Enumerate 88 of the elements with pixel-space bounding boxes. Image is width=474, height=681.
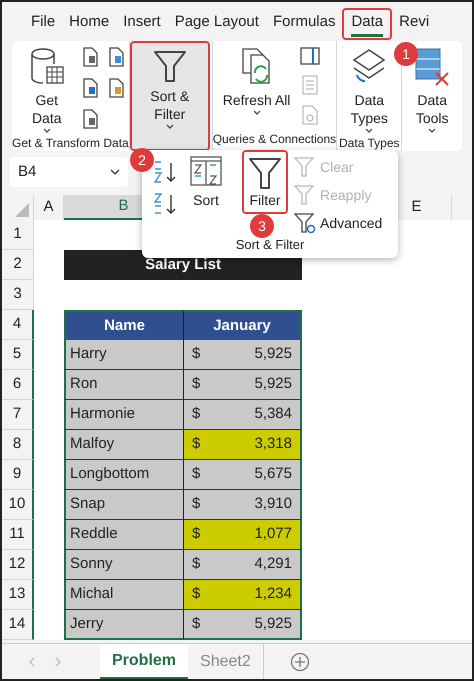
currency-symbol: $ <box>192 524 200 544</box>
amount: 4,291 <box>254 554 292 574</box>
currency-symbol: $ <box>192 374 200 394</box>
currency-symbol: $ <box>192 494 200 514</box>
table-cell: Harmonie <box>64 400 184 430</box>
currency-symbol: $ <box>192 554 200 574</box>
sort-button[interactable]: Sort <box>186 156 226 234</box>
sort-descending-button[interactable] <box>152 192 178 216</box>
sheet-tab[interactable]: Problem <box>100 644 188 679</box>
row-header[interactable]: 7 <box>2 400 34 430</box>
row-header[interactable]: 2 <box>2 250 34 280</box>
caret-icon <box>365 128 374 134</box>
select-all-corner-icon <box>15 203 29 217</box>
table-x-icon <box>414 47 450 87</box>
amount: 3,318 <box>254 434 292 454</box>
table-cell: Reddle <box>64 520 184 550</box>
add-sheet-icon <box>290 652 310 672</box>
table-cell: Michal <box>64 580 184 610</box>
currency-symbol: $ <box>192 434 200 454</box>
filter-icon <box>152 49 187 83</box>
currency-symbol: $ <box>192 404 200 424</box>
row-header[interactable]: 13 <box>2 580 34 610</box>
scroll-right-icon <box>54 656 62 666</box>
scroll-left-icon <box>28 656 36 666</box>
sort-ascending-icon <box>152 160 178 184</box>
advanced-button[interactable]: Advanced <box>294 212 382 234</box>
amount: 3,910 <box>254 494 292 514</box>
panel-icon <box>300 47 320 65</box>
row-header[interactable]: 1 <box>2 220 34 250</box>
ribbon-tab[interactable]: Revi <box>392 8 436 40</box>
currency-symbol: $ <box>192 464 200 484</box>
sort-ascending-button[interactable] <box>152 160 178 184</box>
amount: 5,925 <box>254 344 292 364</box>
row-header[interactable]: 11 <box>2 520 34 550</box>
group-label: Get & Transform Data <box>12 135 129 152</box>
table-cell: Ron <box>64 370 184 400</box>
caret-icon <box>252 110 261 116</box>
group-label: Queries & Connections <box>212 131 336 148</box>
row-header[interactable]: 10 <box>2 490 34 520</box>
amount: 5,925 <box>254 614 292 634</box>
amount: 1,234 <box>254 584 292 604</box>
table-cell: Longbottom <box>64 460 184 490</box>
data-types-button[interactable]: Data Types <box>343 41 396 134</box>
table-cell: Sonny <box>64 550 184 580</box>
filter-button[interactable]: Filter <box>242 150 288 214</box>
amount: 5,675 <box>254 464 292 484</box>
group-label: Data Types <box>338 135 400 152</box>
table-cell: Harry <box>64 340 184 370</box>
list-icon <box>300 75 320 95</box>
row-header[interactable]: 4 <box>2 310 34 340</box>
ribbon-tab[interactable]: Home <box>62 8 116 40</box>
table-cell: Jerry <box>64 610 184 640</box>
sort-descending-icon <box>152 192 178 216</box>
clear-filter-icon <box>294 156 316 178</box>
table-header: Name <box>64 310 184 340</box>
caret-icon <box>42 128 51 134</box>
get-data-button[interactable]: Get Data <box>18 41 76 134</box>
currency-symbol: $ <box>192 584 200 604</box>
currency-symbol: $ <box>192 344 200 364</box>
refresh-all-button[interactable]: Refresh All <box>218 41 294 130</box>
amount: 1,077 <box>254 524 292 544</box>
row-header[interactable]: 12 <box>2 550 34 580</box>
ribbon-tab[interactable]: Insert <box>116 8 168 40</box>
row-header[interactable]: 9 <box>2 460 34 490</box>
amount: 5,925 <box>254 374 292 394</box>
caret-icon <box>110 168 120 176</box>
advanced-filter-icon <box>294 212 316 234</box>
row-header[interactable]: 6 <box>2 370 34 400</box>
name-box[interactable]: B4 <box>10 157 128 187</box>
amount: 5,384 <box>254 404 292 424</box>
caret-icon <box>166 124 174 130</box>
sort-dialog-icon <box>190 156 222 186</box>
table-header: January <box>184 310 302 340</box>
caret-icon <box>428 128 436 134</box>
ribbon-tab[interactable]: File <box>24 8 62 40</box>
ribbon-tab[interactable]: Data <box>342 8 392 40</box>
table-cell: Snap <box>64 490 184 520</box>
table-cell: Malfoy <box>64 430 184 460</box>
row-header[interactable]: 3 <box>2 280 34 310</box>
row-header[interactable]: 8 <box>2 430 34 460</box>
reapply-filter-icon <box>294 184 316 206</box>
row-header[interactable]: 5 <box>2 340 34 370</box>
ribbon-tab[interactable]: Formulas <box>266 8 342 40</box>
filter-icon <box>248 156 282 190</box>
currency-symbol: $ <box>192 614 200 634</box>
ribbon-tab[interactable]: Page Layout <box>168 8 266 40</box>
sort-filter-button[interactable]: Sort & Filter <box>130 41 210 151</box>
row-header[interactable]: 14 <box>2 610 34 640</box>
